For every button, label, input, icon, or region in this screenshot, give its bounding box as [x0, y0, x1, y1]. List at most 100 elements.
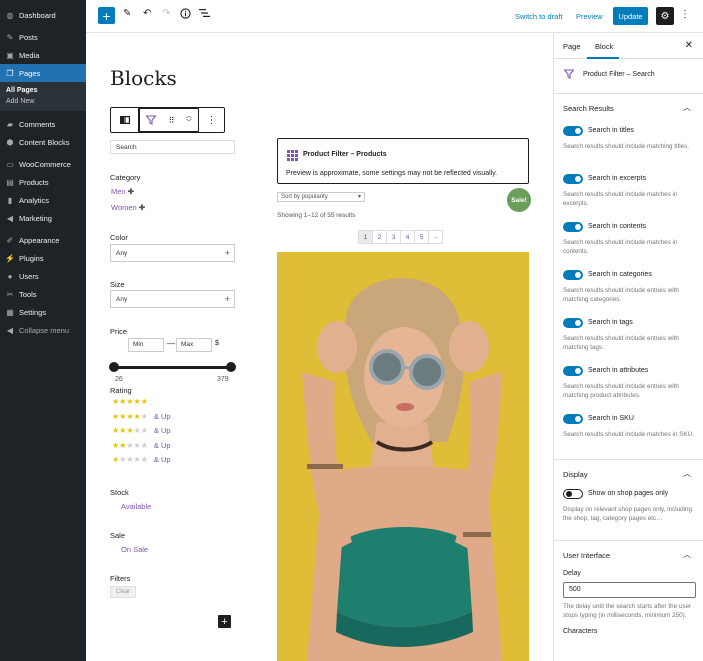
tab-page[interactable]: Page	[563, 42, 581, 51]
search-toggle[interactable]	[563, 366, 583, 376]
page-button[interactable]: 1	[358, 230, 373, 244]
tab-block[interactable]: Block	[595, 42, 613, 51]
star-icon: ★	[126, 397, 134, 406]
move-up-down-icon[interactable]: ︿ ﹀	[186, 114, 192, 126]
admin-menu-pages[interactable]: ❐ Pages	[0, 64, 86, 82]
admin-menu-tools[interactable]: ✂ Tools	[0, 285, 86, 303]
rating-filter-4[interactable]: ★★★★★ & Up	[112, 412, 171, 421]
filter-funnel-icon[interactable]	[146, 115, 157, 125]
price-max-input[interactable]: Max	[176, 338, 212, 352]
filter-search-input[interactable]: Search	[110, 140, 235, 154]
price-min-label: 26	[115, 376, 123, 383]
star-icon: ★	[126, 411, 134, 421]
details-button[interactable]	[180, 8, 191, 19]
search-toggle[interactable]	[563, 222, 583, 232]
clear-filters-button[interactable]: Clear	[110, 586, 136, 598]
products-block[interactable]: Product Filter – Products Preview is app…	[277, 138, 529, 184]
toggle-knob	[575, 368, 581, 374]
chevron-down-icon[interactable]: ﹀	[186, 120, 192, 126]
page-title[interactable]: Blocks	[110, 66, 177, 90]
list-view-button[interactable]	[199, 8, 210, 18]
admin-menu-analytics[interactable]: ▮ Analytics	[0, 191, 86, 209]
more-options-button[interactable]: ⋮	[680, 9, 690, 20]
drag-handle-icon[interactable]: ⠿	[169, 116, 175, 125]
admin-menu-marketing[interactable]: ◀ Marketing	[0, 209, 86, 227]
switch-to-draft-button[interactable]: Switch to draft	[515, 12, 563, 21]
display-toggle-row: Show on shop pages only Display on relev…	[554, 486, 703, 540]
sale-badge: Sale!	[507, 188, 531, 212]
admin-menu-content-blocks[interactable]: ⬢ Content Blocks	[0, 133, 86, 151]
settings-icon: ▦	[6, 307, 14, 317]
wrench-icon: ✂	[6, 289, 14, 299]
characters-label: Characters	[563, 628, 598, 635]
admin-menu-media[interactable]: ▣ Media	[0, 46, 86, 64]
search-toggle[interactable]	[563, 318, 583, 328]
star-icon: ★	[126, 426, 134, 435]
page-button[interactable]: 2	[372, 230, 387, 244]
shop-pages-only-toggle[interactable]	[563, 489, 583, 499]
admin-menu-plugins[interactable]: ⚡ Plugins	[0, 249, 86, 267]
block-options-button[interactable]: ⋮	[199, 108, 224, 132]
sort-select[interactable]: Sort by popularity ▾	[277, 192, 365, 202]
megaphone-icon: ◀	[6, 213, 14, 223]
star-icon: ★	[140, 397, 148, 406]
rating-filter-1[interactable]: ★★★★★ & Up	[112, 455, 171, 464]
submenu-all-pages[interactable]: All Pages	[0, 85, 86, 96]
block-inserter-button[interactable]: +	[218, 615, 231, 628]
price-slider-min-handle[interactable]	[109, 362, 119, 372]
settings-toggle-button[interactable]: ⚙	[656, 7, 674, 25]
delay-help: The delay until the search starts after …	[563, 603, 692, 619]
search-toggle[interactable]	[563, 126, 583, 136]
delay-input[interactable]: 500	[563, 582, 696, 598]
admin-menu-products[interactable]: ▤ Products	[0, 173, 86, 191]
product-image[interactable]	[277, 252, 529, 661]
category-men-link[interactable]: Men ✚	[111, 187, 134, 196]
tools-button[interactable]: ✎	[123, 8, 131, 19]
and-up-label: & Up	[153, 411, 171, 421]
admin-menu-settings[interactable]: ▦ Settings	[0, 303, 86, 321]
sale-heading: Sale	[110, 531, 126, 540]
color-select[interactable]: Any +	[110, 244, 235, 262]
price-min-input[interactable]: Min	[128, 338, 164, 352]
admin-menu-comments[interactable]: ▰ Comments	[0, 115, 86, 133]
search-toggle-row: Search in excerpts Search results should …	[554, 171, 703, 219]
category-women-link[interactable]: Women ✚	[111, 203, 145, 212]
page-button[interactable]: 3	[386, 230, 401, 244]
stock-available-option[interactable]: Available	[121, 502, 151, 511]
admin-menu-woocommerce[interactable]: ▭ WooCommerce	[0, 155, 86, 173]
product-photo-illustration	[277, 252, 529, 661]
rating-filter-3[interactable]: ★★★★★ & Up	[112, 426, 171, 435]
parent-block-button[interactable]	[111, 108, 139, 132]
admin-menu-dashboard[interactable]: ◍ Dashboard	[0, 6, 86, 24]
price-slider-track[interactable]	[113, 366, 231, 369]
panel-search-results-header[interactable]: Search Results ︿	[554, 94, 703, 120]
price-slider-max-handle[interactable]	[226, 362, 236, 372]
admin-menu-posts[interactable]: ✎ Posts	[0, 28, 86, 46]
update-button[interactable]: Update	[613, 7, 648, 25]
undo-button[interactable]: ↶	[143, 8, 151, 19]
add-block-button[interactable]: +	[98, 7, 115, 24]
preview-button[interactable]: Preview	[576, 12, 603, 21]
rating-filter-2[interactable]: ★★★★★ & Up	[112, 441, 171, 450]
admin-menu-appearance[interactable]: ✐ Appearance	[0, 231, 86, 249]
search-toggle[interactable]	[563, 174, 583, 184]
admin-menu-collapse[interactable]: ◀ Collapse menu	[0, 321, 86, 339]
pin-icon: ✎	[6, 32, 14, 42]
block-card: Product Filter – Search	[554, 59, 703, 94]
next-page-button[interactable]: →	[428, 230, 443, 244]
panel-ui-header[interactable]: User Interface ︿	[554, 541, 703, 567]
close-sidebar-button[interactable]: ✕	[685, 40, 693, 51]
panel-display-header[interactable]: Display ︿	[554, 460, 703, 486]
size-select[interactable]: Any +	[110, 290, 235, 308]
search-toggle[interactable]	[563, 414, 583, 424]
pencil-icon: ✎	[123, 8, 132, 19]
rating-filter-5[interactable]: ★★★★★	[112, 397, 148, 406]
search-toggle[interactable]	[563, 270, 583, 280]
submenu-add-new[interactable]: Add New	[0, 96, 86, 107]
page-button[interactable]: 4	[400, 230, 415, 244]
plus-icon: +	[224, 248, 230, 258]
redo-button[interactable]: ↷	[162, 8, 170, 19]
sale-on-sale-option[interactable]: On Sale	[121, 545, 148, 554]
page-button[interactable]: 5	[414, 230, 429, 244]
admin-menu-users[interactable]: ● Users	[0, 267, 86, 285]
